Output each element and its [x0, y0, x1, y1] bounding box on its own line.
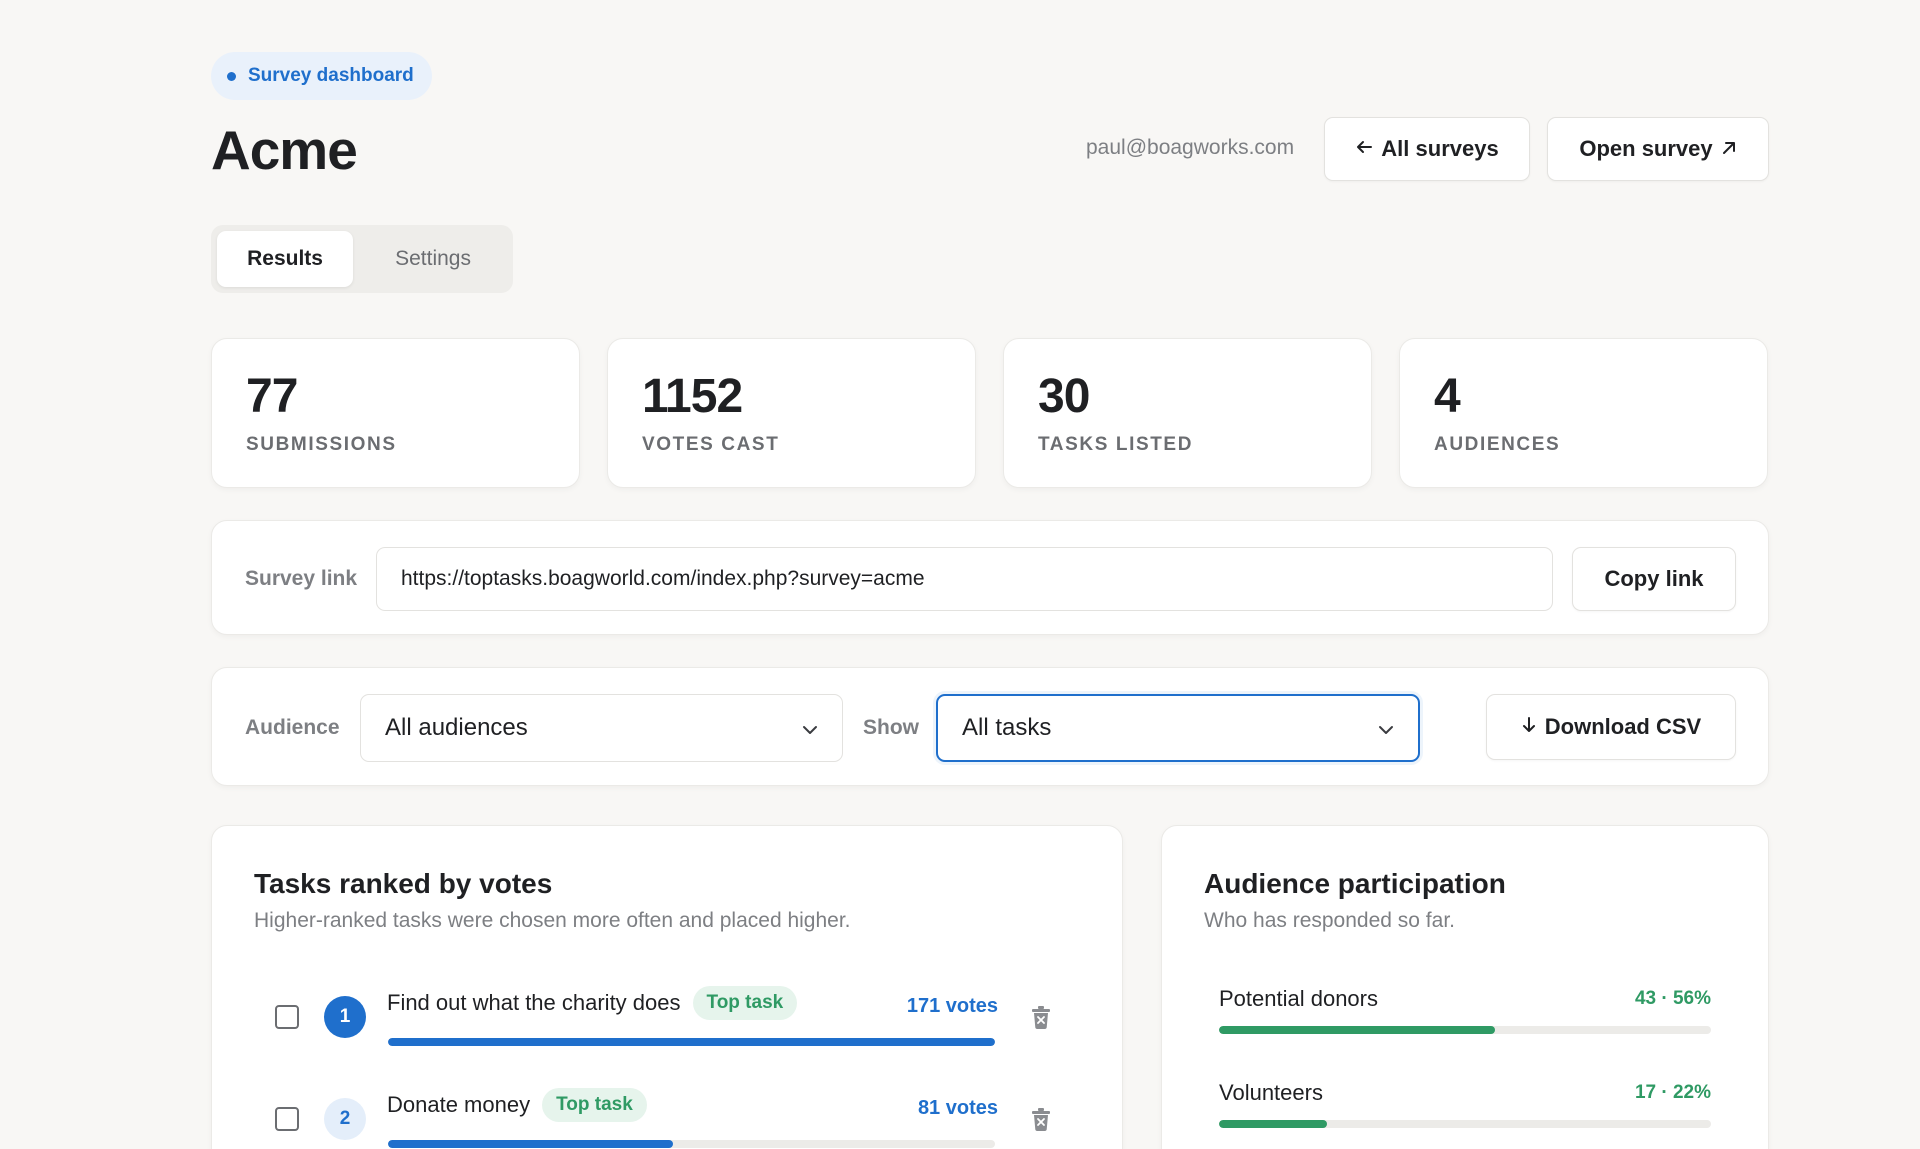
show-filter-label: Show: [863, 716, 919, 739]
stat-label: TASKS LISTED: [1038, 434, 1194, 455]
survey-link-field[interactable]: https://toptasks.boagworld.com/index.php…: [376, 547, 1553, 611]
task-row: 1 Find out what the charity does Top tas…: [212, 976, 1124, 1056]
chevron-down-icon: [802, 714, 818, 742]
stat-value: 77: [246, 370, 298, 423]
audience-select-value: All audiences: [385, 714, 528, 741]
audience-name: Potential donors: [1219, 986, 1378, 1011]
arrow-up-right-icon: [1721, 136, 1737, 162]
user-email: paul@boagworks.com: [1086, 136, 1295, 159]
download-csv-button[interactable]: Download CSV: [1486, 694, 1736, 760]
task-row: 2 Donate money Top task 81 votes: [212, 1078, 1124, 1149]
audience-bar-fill: [1219, 1120, 1328, 1128]
top-task-badge: Top task: [542, 1088, 647, 1122]
task-vote-bar-fill: [388, 1140, 674, 1148]
survey-link-label: Survey link: [245, 567, 358, 590]
task-name-group: Find out what the charity does Top task: [387, 986, 798, 1020]
stat-card-tasks-listed: 30 TASKS LISTED: [1003, 338, 1372, 488]
all-surveys-button[interactable]: All surveys: [1324, 117, 1530, 181]
open-survey-label: Open survey: [1579, 136, 1713, 161]
arrow-down-icon: [1521, 714, 1537, 740]
task-rank: 2: [324, 1098, 366, 1140]
stat-label: VOTES CAST: [642, 434, 780, 455]
task-name-group: Donate money Top task: [387, 1088, 647, 1122]
tab-results[interactable]: Results: [217, 231, 354, 287]
panel-title: Audience participation: [1204, 868, 1506, 899]
stat-value: 30: [1038, 370, 1090, 423]
copy-link-button[interactable]: Copy link: [1572, 547, 1736, 611]
tab-settings[interactable]: Settings: [359, 231, 507, 287]
filter-card: Audience All audiences Show All tasks Do…: [211, 667, 1769, 786]
stat-value: 4: [1434, 370, 1461, 423]
download-csv-label: Download CSV: [1544, 714, 1702, 739]
survey-dashboard-page: Survey dashboard Acme paul@boagworks.com…: [0, 0, 1920, 1149]
panel-subtitle: Higher-ranked tasks were chosen more oft…: [254, 909, 851, 932]
task-name: Donate money: [387, 1092, 531, 1117]
task-name: Find out what the charity does: [387, 990, 681, 1015]
task-vote-bar: [388, 1038, 995, 1046]
task-vote-bar: [388, 1140, 995, 1148]
badge-label: Survey dashboard: [248, 65, 414, 86]
panel-title: Tasks ranked by votes: [254, 868, 553, 899]
stat-card-votes-cast: 1152 VOTES CAST: [607, 338, 976, 488]
audience-value: 17 · 22%: [1634, 1082, 1711, 1103]
audience-participation-panel: Audience participation Who has responded…: [1161, 825, 1769, 1149]
audience-select[interactable]: All audiences: [360, 694, 843, 762]
task-vote-bar-fill: [388, 1038, 995, 1046]
delete-task-icon[interactable]: [1029, 1004, 1053, 1030]
survey-dashboard-badge: Survey dashboard: [211, 52, 432, 100]
audience-bar: [1219, 1120, 1711, 1128]
audience-value: 43 · 56%: [1634, 988, 1711, 1009]
arrow-left-icon: [1355, 136, 1373, 162]
chevron-down-icon: [1378, 714, 1394, 742]
status-dot-icon: [227, 71, 236, 81]
show-select[interactable]: All tasks: [936, 694, 1420, 762]
audience-bar-fill: [1219, 1026, 1495, 1034]
stat-label: AUDIENCES: [1434, 434, 1561, 455]
task-votes: 171 votes: [906, 995, 998, 1017]
task-votes: 81 votes: [917, 1097, 998, 1119]
delete-task-icon[interactable]: [1029, 1106, 1053, 1132]
audience-bar: [1219, 1026, 1711, 1034]
tasks-ranked-panel: Tasks ranked by votes Higher-ranked task…: [211, 825, 1123, 1149]
task-checkbox[interactable]: [275, 1005, 299, 1029]
survey-link-card: Survey link https://toptasks.boagworld.c…: [211, 520, 1769, 635]
stat-value: 1152: [642, 370, 743, 423]
stat-card-submissions: 77 SUBMISSIONS: [211, 338, 580, 488]
top-task-badge: Top task: [692, 986, 798, 1020]
panel-subtitle: Who has responded so far.: [1204, 909, 1455, 932]
audience-filter-label: Audience: [245, 716, 340, 739]
stat-label: SUBMISSIONS: [246, 434, 397, 455]
all-surveys-label: All surveys: [1381, 136, 1499, 161]
open-survey-button[interactable]: Open survey: [1547, 117, 1769, 181]
view-tabs: Results Settings: [211, 225, 513, 293]
stat-card-audiences: 4 AUDIENCES: [1399, 338, 1768, 488]
audience-name: Volunteers: [1219, 1080, 1323, 1105]
show-select-value: All tasks: [962, 714, 1052, 741]
page-title: Acme: [211, 119, 358, 181]
task-checkbox[interactable]: [275, 1107, 299, 1131]
task-rank: 1: [324, 996, 366, 1038]
